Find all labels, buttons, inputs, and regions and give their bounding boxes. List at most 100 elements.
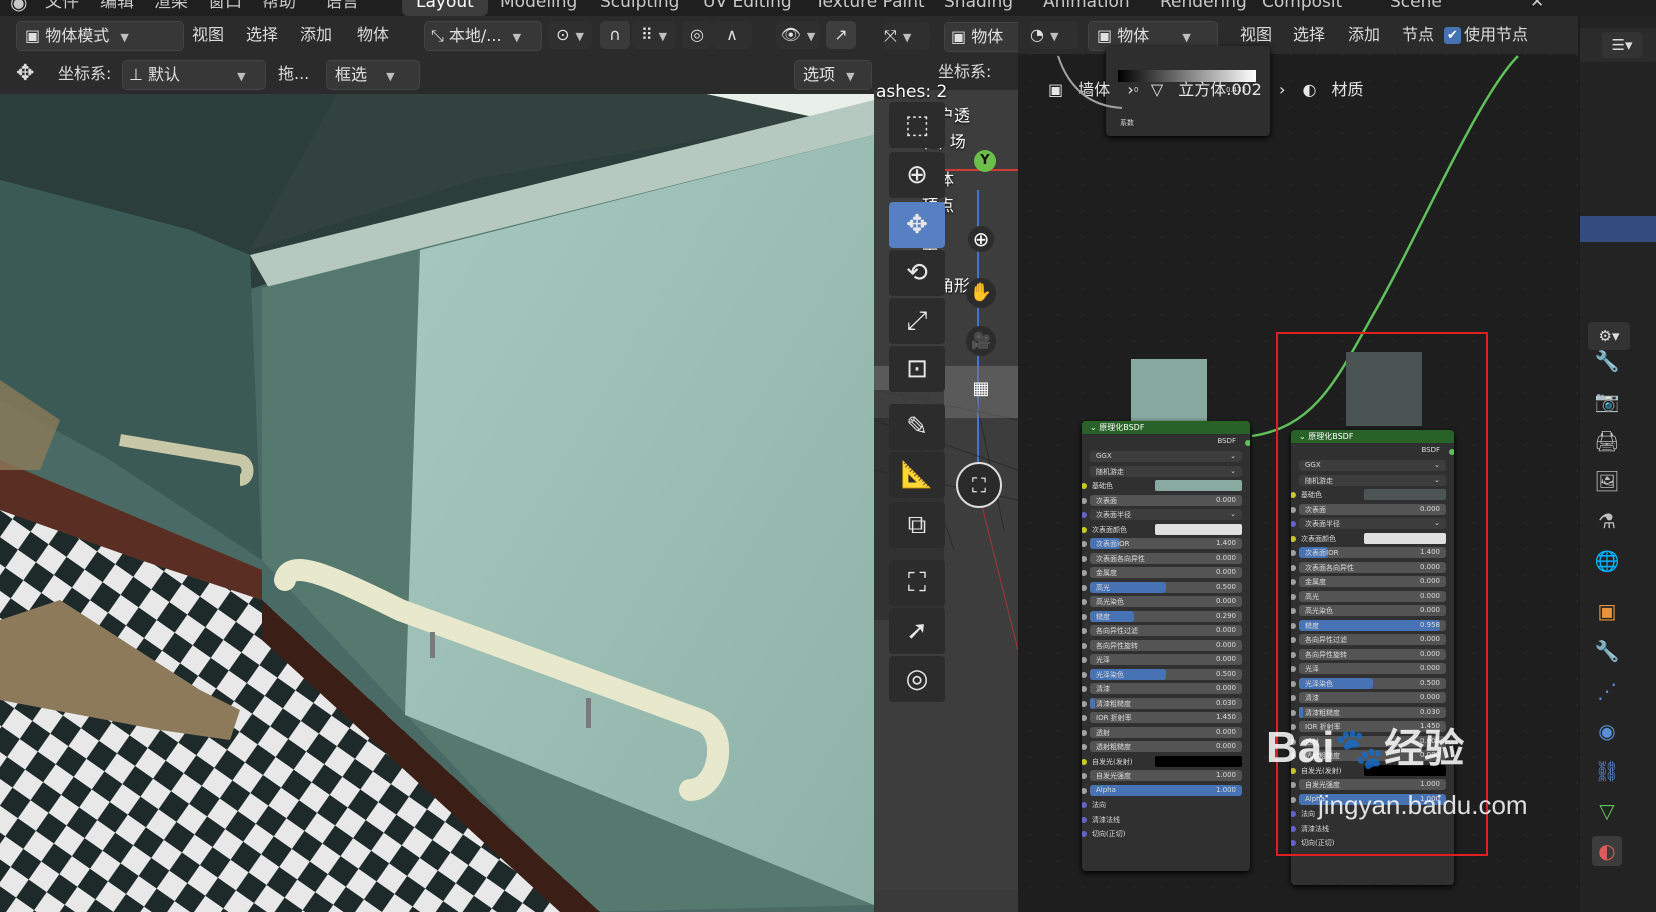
modifier-properties-icon[interactable]: 🔧 <box>1592 636 1622 666</box>
menu-help[interactable]: 帮助 <box>262 0 296 16</box>
tool-settings-icon[interactable]: 🔧 <box>1592 346 1622 376</box>
tab-uv-editing[interactable]: UV Editing <box>703 0 792 16</box>
color-swatch[interactable] <box>1155 480 1242 491</box>
menu-render[interactable]: 渲染 <box>154 0 188 16</box>
tab-rendering[interactable]: Rendering <box>1160 0 1247 16</box>
value-slider[interactable]: 透射 0.000 <box>1090 726 1242 738</box>
camera-icon[interactable]: 🎥 <box>966 326 996 356</box>
input-socket[interactable] <box>1082 570 1087 576</box>
tab-animation[interactable]: Animation <box>1043 0 1130 16</box>
object-properties-icon[interactable]: ▣ <box>1592 596 1622 626</box>
menu-add[interactable]: 添加 <box>300 21 332 49</box>
socket-row[interactable]: 自发光强度 1.000 <box>1082 769 1250 784</box>
value-slider[interactable]: 高光染色 0.000 <box>1090 596 1242 607</box>
input-socket[interactable] <box>1082 802 1087 808</box>
socket-row[interactable]: 法向 <box>1082 798 1250 813</box>
measure-tool[interactable]: 📐 <box>889 452 945 498</box>
annotate-tool[interactable]: ✎ <box>889 404 945 450</box>
gizmo-toggle[interactable]: ↗ <box>826 21 856 49</box>
constraints-icon[interactable]: ⛓ <box>1592 756 1622 786</box>
input-socket[interactable] <box>1082 700 1087 707</box>
transform-orientation-dropdown[interactable]: ⤡ 本地/... ▼ <box>424 21 542 51</box>
proportional-edit-toggle[interactable]: ◎ <box>682 21 712 49</box>
menu-select[interactable]: 选择 <box>246 21 278 49</box>
camera-view-icon[interactable]: ⛶ <box>956 462 1002 508</box>
input-socket[interactable] <box>1082 541 1087 547</box>
input-socket[interactable] <box>1082 816 1087 823</box>
render-properties-icon[interactable]: 📷 <box>1592 386 1622 416</box>
value-slider[interactable]: 光泽染色 0.500 <box>1090 668 1242 680</box>
value-slider[interactable]: 自发光强度 1.000 <box>1090 770 1242 781</box>
value-slider[interactable]: 糙度 0.290 <box>1090 610 1242 622</box>
options-dropdown[interactable]: 选项 ▼ <box>794 60 872 90</box>
snap-toggle[interactable]: ∩ <box>600 21 630 49</box>
socket-row[interactable]: 高光 0.500 <box>1082 581 1250 596</box>
input-socket[interactable] <box>1082 729 1087 736</box>
input-socket[interactable] <box>1082 555 1087 562</box>
pivot-tool[interactable]: ◎ <box>889 656 945 702</box>
menu-object[interactable]: 物体 <box>357 21 389 49</box>
socket-row[interactable]: 清漆 0.000 <box>1082 682 1250 697</box>
pan-hand-icon[interactable]: ✋ <box>966 278 996 308</box>
output-properties-icon[interactable]: 🖨 <box>1592 426 1622 456</box>
mode-dropdown[interactable]: ▣ 物体模式 ▼ <box>16 21 184 51</box>
input-socket[interactable] <box>1082 657 1087 663</box>
falloff-button[interactable]: ∧ <box>712 21 752 49</box>
coordinate-dropdown[interactable]: ⊥ 默认 ▼ <box>122 60 266 90</box>
radius-dropdown[interactable]: 次表面半径 ⌄ <box>1090 509 1242 520</box>
cursor-tool[interactable]: ⊕ <box>889 152 945 198</box>
transform-tool[interactable]: ⊡ <box>889 346 945 392</box>
input-socket[interactable] <box>1082 787 1087 794</box>
principled-bsdf-node-a[interactable]: ⌄ 原理化BSDF BSDF GGX ⌄ 随机游走 ⌄ 基础色 次表面 0.000 次表面… <box>1082 421 1250 871</box>
input-socket[interactable] <box>1082 831 1087 837</box>
close-icon[interactable]: ✕ <box>1530 0 1544 16</box>
socket-row[interactable]: 透射 0.000 <box>1082 726 1250 741</box>
value-slider[interactable]: 清漆 0.000 <box>1090 683 1242 694</box>
socket-row[interactable]: 光泽 0.000 <box>1082 653 1250 668</box>
input-socket[interactable] <box>1082 526 1087 533</box>
node-a-title[interactable]: ⌄ 原理化BSDF <box>1082 421 1250 434</box>
gizmo-dropdown[interactable]: ⤧ ▼ <box>884 22 930 50</box>
input-socket[interactable] <box>1082 483 1087 489</box>
value-slider[interactable]: 清漆粗糙度 0.030 <box>1090 697 1242 709</box>
value-slider[interactable]: 光泽 0.000 <box>1090 654 1242 665</box>
socket-row[interactable]: 透射粗糙度 0.000 <box>1082 740 1250 755</box>
menu-file[interactable]: 文件 <box>45 0 79 16</box>
shader-node-editor[interactable]: ◔ ▼ ▣ 物体 ▼ 视图 选择 添加 节点 ✔ 使用节点 0 0.433 系数 … <box>1018 16 1578 912</box>
color-swatch[interactable] <box>1155 523 1242 535</box>
camera-frame-tool[interactable]: ⛶ <box>889 560 945 606</box>
socket-row[interactable]: Alpha 1.000 <box>1082 784 1250 799</box>
material-properties-icon[interactable]: ◐ <box>1592 836 1622 866</box>
input-socket[interactable] <box>1082 512 1087 518</box>
outliner-filter-icon[interactable]: ☰▾ <box>1602 32 1642 58</box>
move-tool-icon[interactable]: ✥ <box>16 60 34 88</box>
socket-row[interactable]: 次表面 0.000 <box>1082 494 1250 509</box>
value-slider[interactable]: 次表面各向异性 0.000 <box>1090 552 1242 564</box>
visibility-button[interactable]: 👁 ▼ <box>776 21 820 49</box>
value-slider[interactable]: IOR 折射率 1.450 <box>1090 712 1242 723</box>
socket-row[interactable]: 次表面颜色 <box>1082 523 1250 538</box>
particles-icon[interactable]: ⋰ <box>1592 676 1622 706</box>
socket-row[interactable]: 次表面半径 ⌄ <box>1082 508 1250 523</box>
second-mode-dropdown[interactable]: ▣ 物体 <box>944 22 1026 52</box>
socket-row[interactable]: IOR 折射率 1.450 <box>1082 711 1250 726</box>
input-socket[interactable] <box>1082 686 1087 692</box>
scale-tool[interactable]: ⤢ <box>889 298 945 344</box>
input-socket[interactable] <box>1082 613 1087 620</box>
socket-row[interactable]: 金属度 0.000 <box>1082 566 1250 581</box>
tab-layout[interactable]: Layout <box>402 0 488 16</box>
input-socket[interactable] <box>1082 744 1087 750</box>
value-slider[interactable]: 金属度 0.000 <box>1090 567 1242 578</box>
value-slider[interactable]: 透射粗糙度 0.000 <box>1090 741 1242 752</box>
add-cube-tool[interactable]: ⧉ <box>889 502 945 548</box>
value-slider[interactable]: 各向异性旋转 0.000 <box>1090 639 1242 651</box>
move-tool[interactable]: ✥ <box>889 202 945 248</box>
value-slider[interactable]: Alpha 1.000 <box>1090 784 1242 796</box>
select-mode-dropdown[interactable]: 框选 ▼ <box>326 60 420 90</box>
socket-row[interactable]: 基础色 <box>1082 479 1250 494</box>
blender-logo-icon[interactable]: ◉ <box>10 0 27 16</box>
value-slider[interactable]: 次表面 0.000 <box>1090 494 1242 506</box>
outliner-selected-row[interactable] <box>1580 216 1656 242</box>
input-socket[interactable] <box>1082 642 1087 649</box>
view-layer-icon[interactable]: 🖼 <box>1592 466 1622 496</box>
